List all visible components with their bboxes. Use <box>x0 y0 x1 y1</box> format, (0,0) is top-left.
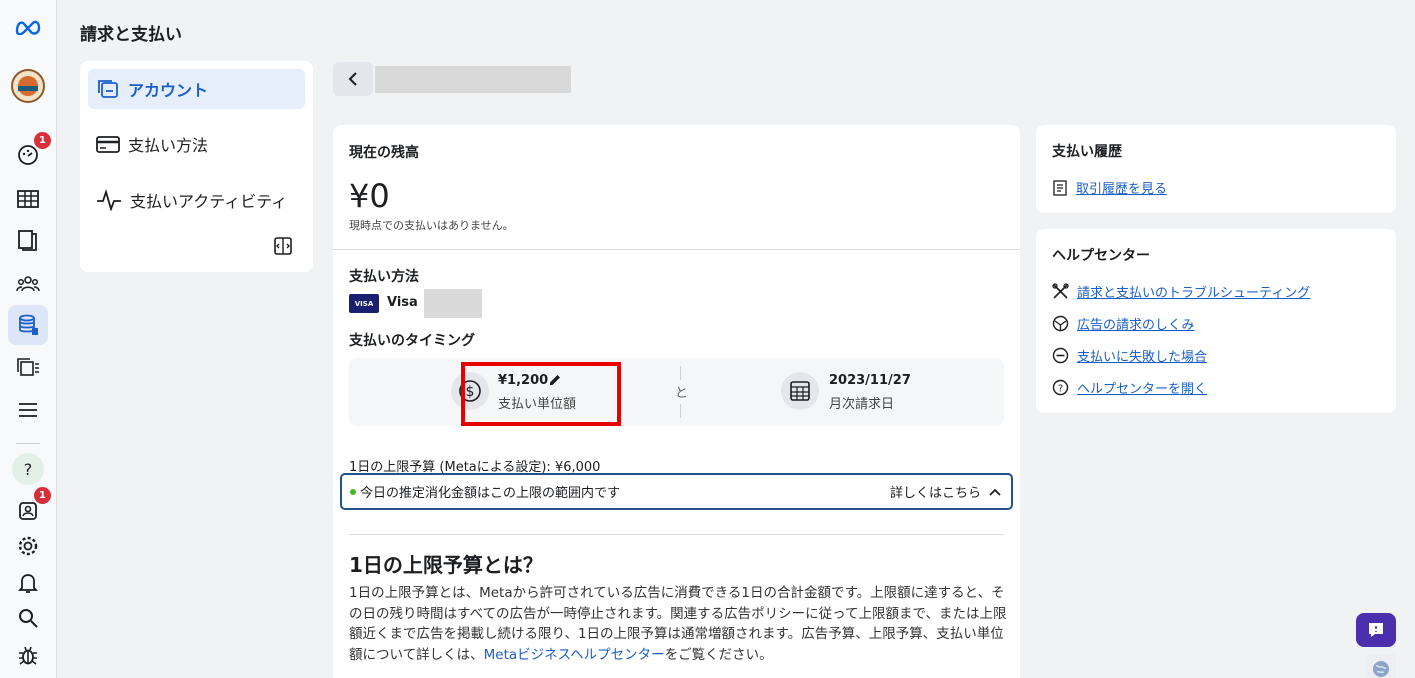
billing-nav: アカウント 支払い方法 支払いアクティビティ <box>80 61 313 272</box>
tools-icon <box>1052 283 1069 299</box>
explainer-body: 1日の上限予算とは、Metaから許可されている広告に消費できる1日の合計金額です… <box>349 583 1009 666</box>
help-center-link[interactable]: Metaビジネスヘルプセンター <box>484 647 665 663</box>
chevron-left-icon <box>348 72 357 86</box>
chevron-up-icon <box>989 488 1001 496</box>
highlight-box <box>461 362 621 426</box>
nav-item-label: 支払い方法 <box>128 136 209 155</box>
bug-report-icon[interactable] <box>11 638 45 672</box>
help-link-label: ヘルプセンターを開く <box>1077 382 1208 397</box>
help-link-label: 広告の請求のしくみ <box>1077 318 1195 333</box>
redacted-card-number <box>424 289 482 318</box>
explainer-heading: 1日の上限予算とは？ <box>349 553 543 577</box>
balance-note: 現時点での支払いはありません。 <box>349 219 514 232</box>
nav-item-payment-methods[interactable]: 支払い方法 <box>88 124 305 164</box>
ads-library-icon[interactable] <box>11 350 45 384</box>
rail-divider <box>16 443 40 444</box>
balance-amount: ¥0 <box>349 177 390 215</box>
status-dot-icon <box>350 488 356 495</box>
billing-date: 2023/11/27 <box>829 373 911 388</box>
receipt-icon <box>1053 179 1067 196</box>
help-link-label: 支払いに失敗した場合 <box>1077 350 1208 365</box>
details-toggle[interactable]: 詳しくはこちら <box>890 482 1001 501</box>
back-button[interactable] <box>333 62 373 96</box>
bell-icon[interactable] <box>11 566 45 600</box>
alerts-icon[interactable]: 1 <box>11 487 51 527</box>
minus-circle-icon <box>1052 347 1069 364</box>
help-link-billing-basics[interactable]: 広告の請求のしくみ <box>1052 314 1195 333</box>
help-center-card: ヘルプセンター 請求と支払いのトラブルシューティング 広告の請求のしくみ 支払い… <box>1036 229 1396 413</box>
nav-item-label: 支払いアクティビティ <box>130 192 288 211</box>
timing-box: $ ¥1,200 支払い単位額 と 2023/11/27 月次請求日 <box>349 358 1004 426</box>
divider <box>680 404 681 418</box>
divider <box>680 366 681 380</box>
svg-text:?: ? <box>1058 384 1063 395</box>
transaction-history-link[interactable]: 取引履歴を見る <box>1052 178 1167 197</box>
meta-logo-icon[interactable] <box>11 10 45 44</box>
help-link-failed-payment[interactable]: 支払いに失敗した場合 <box>1052 346 1207 365</box>
collapse-sidebar-icon[interactable] <box>273 236 293 256</box>
pages-icon[interactable] <box>11 223 45 257</box>
visa-logo-icon: VISA <box>349 294 379 313</box>
chat-support-button[interactable] <box>1356 613 1396 647</box>
help-center-title: ヘルプセンター <box>1052 248 1150 264</box>
details-label: 詳しくはこちら <box>889 486 981 501</box>
nav-item-label: アカウント <box>128 81 209 100</box>
help-icon[interactable]: ? <box>11 452 45 486</box>
globe-icon[interactable] <box>1366 654 1396 678</box>
ads-billing-icon <box>1052 315 1069 332</box>
page-title: 請求と支払い <box>80 25 182 45</box>
transaction-history-label: 取引履歴を見る <box>1076 182 1168 197</box>
help-link-open-help-center[interactable]: ? ヘルプセンターを開く <box>1052 378 1207 397</box>
credit-card-icon <box>96 136 120 153</box>
svg-text:?: ? <box>24 460 33 479</box>
notification-badge: 1 <box>34 132 51 149</box>
status-text: 今日の推定消化金額はこの上限の範囲内です <box>360 486 621 501</box>
redacted-account-name <box>375 66 571 93</box>
help-link-troubleshooting[interactable]: 請求と支払いのトラブルシューティング <box>1052 282 1310 301</box>
divider <box>349 534 1004 535</box>
billing-icon[interactable] <box>8 305 48 345</box>
balance-card: 現在の残高 ¥0 現時点での支払いはありません。 支払い方法 VISA Visa… <box>333 125 1020 678</box>
table-icon[interactable] <box>11 182 45 216</box>
nav-item-payment-activity[interactable]: 支払いアクティビティ <box>88 180 305 220</box>
billing-date-label: 月次請求日 <box>829 397 895 412</box>
timing-title: 支払いのタイミング <box>349 333 475 349</box>
explainer-text-end: をご覧ください。 <box>664 647 773 664</box>
question-circle-icon: ? <box>1052 379 1069 396</box>
gear-icon[interactable] <box>11 529 45 563</box>
account-avatar[interactable] <box>11 69 45 103</box>
account-icon <box>98 80 118 98</box>
activity-icon <box>97 189 121 211</box>
left-rail: 1 ? 1 <box>0 0 57 678</box>
audience-icon[interactable] <box>11 267 45 301</box>
daily-limit-status[interactable]: 今日の推定消化金額はこの上限の範囲内です 詳しくはこちら <box>340 473 1013 510</box>
connector-label: と <box>675 386 689 401</box>
nav-item-account[interactable]: アカウント <box>88 69 305 109</box>
search-icon[interactable] <box>11 601 45 635</box>
payment-history-title: 支払い履歴 <box>1052 144 1122 160</box>
chat-icon <box>1369 623 1383 637</box>
divider <box>333 249 1020 250</box>
dashboard-icon[interactable]: 1 <box>11 132 51 172</box>
alerts-badge: 1 <box>34 487 51 504</box>
payment-history-card: 支払い履歴 取引履歴を見る <box>1036 125 1396 213</box>
balance-title: 現在の残高 <box>349 145 419 161</box>
calendar-icon <box>781 372 819 410</box>
menu-icon[interactable] <box>11 393 45 427</box>
payment-method-title: 支払い方法 <box>349 269 419 285</box>
help-link-label: 請求と支払いのトラブルシューティング <box>1077 286 1311 301</box>
